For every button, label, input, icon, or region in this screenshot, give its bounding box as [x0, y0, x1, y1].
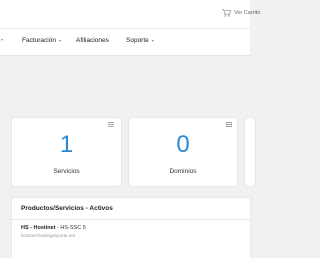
services-stat-card[interactable]: 1 Servicios [12, 118, 121, 186]
globe-icon [226, 122, 232, 127]
product-row[interactable]: HS - Hostinet - HS-SSC 5 [21, 225, 86, 231]
chevron-down-icon: ▾ [58, 38, 61, 43]
product-plan: - HS-SSC 5 [55, 225, 86, 231]
nav-affiliates[interactable]: Afiliaciones [76, 37, 109, 44]
nav-affiliates-label: Afiliaciones [76, 37, 109, 44]
main-navbar: ▾ Facturación ▾ Afiliaciones Soporte ▾ [0, 28, 250, 56]
nav-billing-label: Facturación [22, 37, 56, 44]
partial-stat-card[interactable] [245, 118, 255, 186]
chevron-down-icon: ▾ [151, 38, 154, 43]
domains-label: Dominios [169, 168, 197, 175]
divider [12, 219, 250, 220]
product-domain: hostinet.hostingesporte.net [21, 233, 76, 238]
list-icon [108, 122, 114, 127]
top-bar: Ver Carrito [0, 0, 260, 28]
domains-stat-card[interactable]: 0 Dominios [129, 118, 237, 186]
nav-partial-dropdown[interactable]: ▾ [0, 37, 3, 42]
cart-icon [222, 9, 231, 17]
services-count: 1 [59, 131, 74, 158]
services-label: Servicios [53, 168, 80, 175]
view-cart-label: Ver Carrito [234, 10, 261, 16]
active-products-panel: Productos/Servicios - Activos HS - Hosti… [12, 198, 250, 258]
nav-support[interactable]: Soporte ▾ [126, 37, 154, 44]
panel-title: Productos/Servicios - Activos [21, 205, 113, 212]
nav-support-label: Soporte [126, 37, 149, 44]
product-group: HS - Hostinet [21, 225, 56, 231]
nav-billing[interactable]: Facturación ▾ [22, 37, 61, 44]
domains-count: 0 [176, 131, 190, 158]
view-cart-link[interactable]: Ver Carrito [222, 9, 260, 17]
chevron-down-icon: ▾ [1, 37, 4, 42]
